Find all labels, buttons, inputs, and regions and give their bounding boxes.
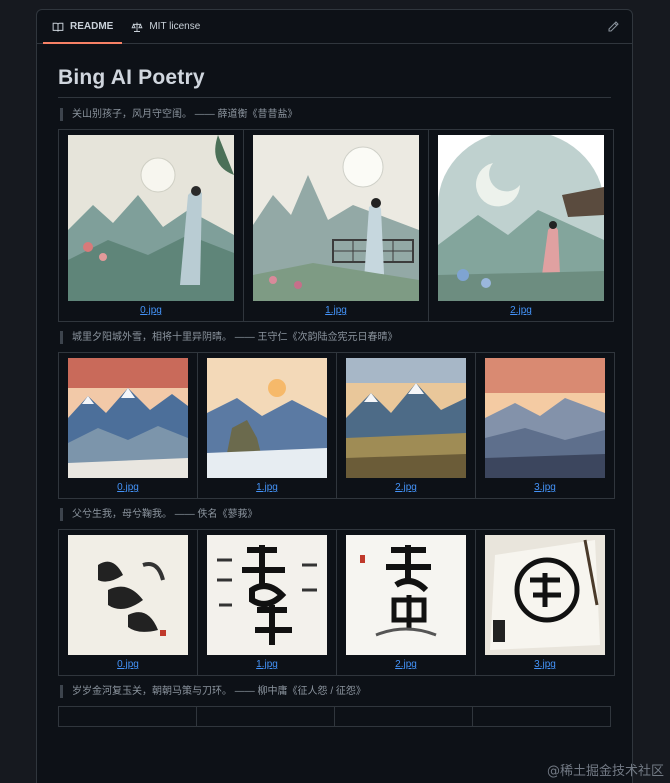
image-link[interactable]: 2.jpg xyxy=(346,657,466,672)
image-table-4 xyxy=(58,706,611,727)
painting-image[interactable] xyxy=(253,135,419,301)
calligraphy-image[interactable] xyxy=(68,535,188,655)
scale-icon xyxy=(131,22,143,32)
image-cell xyxy=(196,706,335,727)
image-link[interactable]: 0.jpg xyxy=(68,303,234,318)
image-link[interactable]: 2.jpg xyxy=(438,303,604,318)
image-cell: 2.jpg xyxy=(336,352,476,499)
watermark: @稀土掘金技术社区 xyxy=(546,764,664,779)
image-link[interactable]: 1.jpg xyxy=(207,480,327,495)
image-cell: 2.jpg xyxy=(336,529,476,676)
image-cell xyxy=(334,706,473,727)
image-cell: 0.jpg xyxy=(58,129,244,322)
image-link[interactable]: 2.jpg xyxy=(346,480,466,495)
tab-license[interactable]: MIT license xyxy=(122,10,209,43)
image-cell xyxy=(472,706,611,727)
image-table-2: 0.jpg 1.jpg 2.jpg 3.jpg xyxy=(58,352,615,499)
tab-readme[interactable]: README xyxy=(43,10,123,44)
image-cell: 0.jpg xyxy=(58,352,198,499)
calligraphy-image[interactable] xyxy=(346,535,466,655)
poem-quote-2: 城里夕阳城外雪，相将十里异阴晴。 —— 王守仁《次韵陆佥宪元日春晴》 xyxy=(60,331,611,344)
poem-quote-3: 父兮生我，母兮鞠我。 —— 佚名《蓼莪》 xyxy=(60,508,611,521)
image-cell: 1.jpg xyxy=(243,129,429,322)
poem-quote-1: 关山别孩子，风月守空闺。 —— 薛道衡《昔昔盐》 xyxy=(60,108,611,121)
image-link[interactable]: 0.jpg xyxy=(68,480,188,495)
image-link[interactable]: 1.jpg xyxy=(207,657,327,672)
calligraphy-image[interactable] xyxy=(207,535,327,655)
image-cell xyxy=(58,706,197,727)
image-link[interactable]: 3.jpg xyxy=(485,480,605,495)
page-title: Bing AI Poetry xyxy=(58,66,611,98)
image-cell: 3.jpg xyxy=(475,352,615,499)
poem-quote-4: 岁岁金河复玉关，朝朝马策与刀环。 —— 柳中庸《征人怨 / 征怨》 xyxy=(60,685,611,698)
image-table-3: 0.jpg 1.jpg 2.jpg 3.jpg xyxy=(58,529,615,676)
image-link[interactable]: 0.jpg xyxy=(68,657,188,672)
landscape-image[interactable] xyxy=(68,358,188,478)
image-cell: 0.jpg xyxy=(58,529,198,676)
image-link[interactable]: 1.jpg xyxy=(253,303,419,318)
image-link[interactable]: 3.jpg xyxy=(485,657,605,672)
tab-readme-label: README xyxy=(70,21,114,32)
image-table-1: 0.jpg 1.jpg 2.jpg xyxy=(58,129,614,322)
landscape-image[interactable] xyxy=(207,358,327,478)
image-cell: 2.jpg xyxy=(428,129,614,322)
readme-content: Bing AI Poetry 关山别孩子，风月守空闺。 —— 薛道衡《昔昔盐》 xyxy=(37,44,632,727)
image-cell: 1.jpg xyxy=(197,352,337,499)
image-cell: 1.jpg xyxy=(197,529,337,676)
image-cell: 3.jpg xyxy=(475,529,615,676)
painting-image[interactable] xyxy=(438,135,604,301)
pencil-icon[interactable] xyxy=(607,20,620,33)
book-icon xyxy=(52,22,64,32)
landscape-image[interactable] xyxy=(485,358,605,478)
calligraphy-image[interactable] xyxy=(485,535,605,655)
readme-tabbar: README MIT license xyxy=(37,10,632,44)
painting-image[interactable] xyxy=(68,135,234,301)
tab-license-label: MIT license xyxy=(149,21,201,32)
landscape-image[interactable] xyxy=(346,358,466,478)
readme-panel: README MIT license Bing AI Poetry 关山别孩子，… xyxy=(36,9,633,783)
